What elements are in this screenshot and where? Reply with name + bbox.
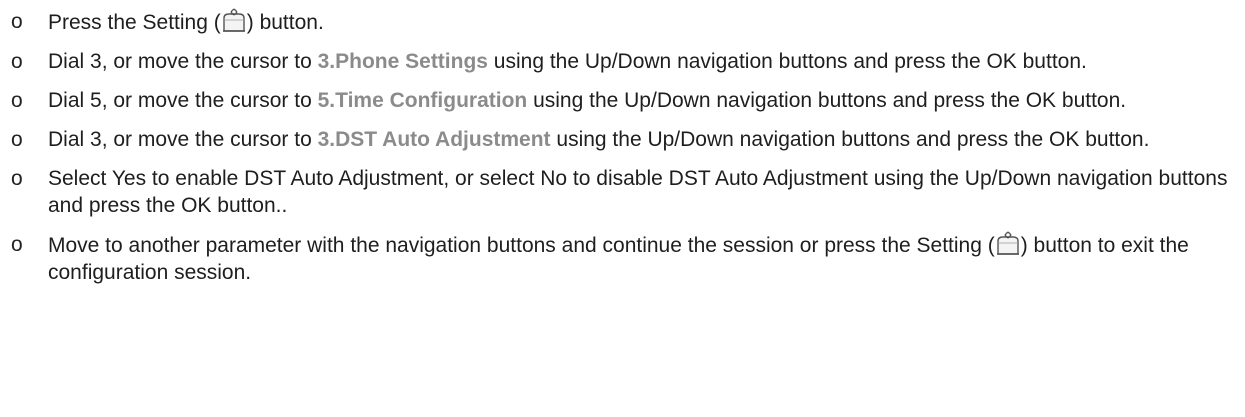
bullet: o <box>11 233 23 256</box>
step-5: o Select Yes to enable DST Auto Adjustme… <box>0 165 1245 219</box>
step-1: o Press the Setting ( ) button. <box>0 8 1245 36</box>
step-text: Press the Setting ( <box>48 11 221 34</box>
step-2: o Dial 3, or move the cursor to 3.Phone … <box>0 48 1245 75</box>
bullet: o <box>11 50 23 73</box>
step-text: Dial 5, or move the cursor to <box>48 89 318 112</box>
menu-item-highlight: 3.DST Auto Adjustment <box>317 128 551 151</box>
step-text: Dial 3, or move the cursor to <box>48 50 318 73</box>
bullet: o <box>11 10 23 33</box>
step-text-end: using the Up/Down navigation buttons and… <box>487 50 1087 73</box>
step-3: o Dial 5, or move the cursor to 5.Time C… <box>0 87 1245 114</box>
step-text-end: ) button. <box>246 11 324 34</box>
bullet: o <box>11 128 23 151</box>
bullet: o <box>11 89 23 112</box>
step-6: o Move to another parameter with the nav… <box>0 231 1245 286</box>
setting-button-icon <box>221 8 247 32</box>
instruction-page: o Press the Setting ( ) button. o Dial 3,… <box>0 0 1245 417</box>
step-4: o Dial 3, or move the cursor to 3.DST Au… <box>0 126 1245 153</box>
steps-list: o Press the Setting ( ) button. o Dial 3,… <box>0 8 1245 286</box>
bullet: o <box>11 167 23 190</box>
step-text: Move to another parameter with the navig… <box>48 234 995 257</box>
step-text-end: using the Up/Down navigation buttons and… <box>550 128 1150 151</box>
step-text: Dial 3, or move the cursor to <box>48 128 318 151</box>
step-text: Select Yes to enable DST Auto Adjustment… <box>48 167 1228 217</box>
menu-item-highlight: 5.Time Configuration <box>317 89 528 112</box>
setting-button-icon <box>995 231 1021 255</box>
menu-item-highlight: 3.Phone Settings <box>317 50 488 73</box>
step-text-end: using the Up/Down navigation buttons and… <box>527 89 1127 112</box>
